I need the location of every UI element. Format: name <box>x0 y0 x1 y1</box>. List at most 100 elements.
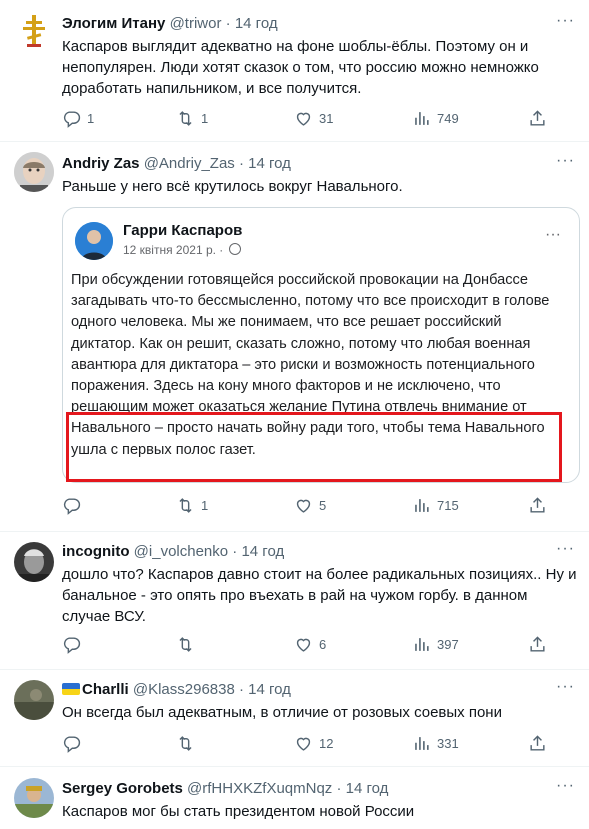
view-count: 749 <box>437 111 459 126</box>
tweet-text: дошло что? Каспаров давно стоит на более… <box>62 566 577 625</box>
retweet-icon <box>176 496 195 515</box>
author-handle[interactable]: @i_volchenko <box>134 543 228 560</box>
like-count: 12 <box>319 736 334 751</box>
reply-icon <box>62 109 81 128</box>
author-name[interactable]: Элогим Итану <box>62 15 165 32</box>
highlight-box <box>66 412 562 482</box>
share-icon <box>528 635 547 654</box>
tweet-text: Он всегда был адекватным, в отличие от р… <box>62 704 502 721</box>
like-count: 31 <box>319 111 334 126</box>
author-name[interactable]: incognito <box>62 543 130 560</box>
tweet[interactable]: Charlli @Klass296838 · 14 год ··· Он все… <box>0 669 589 767</box>
author-name[interactable]: Andriy Zas <box>62 155 140 172</box>
author-name[interactable]: Charlli <box>82 681 129 698</box>
retweet-icon <box>176 635 195 654</box>
views-button[interactable]: 715 <box>412 496 459 515</box>
retweet-button[interactable]: 1 <box>176 496 208 515</box>
quote-date-line: 12 квітня 2021 р. · <box>123 243 241 257</box>
views-icon <box>412 635 431 654</box>
retweet-icon <box>176 734 195 753</box>
more-icon[interactable]: ··· <box>556 777 575 795</box>
tweet[interactable]: incognito @i_volchenko · 14 год ··· дошл… <box>0 531 589 670</box>
more-icon[interactable]: ··· <box>556 540 575 558</box>
retweet-count: 1 <box>201 111 209 126</box>
reply-icon <box>62 496 81 515</box>
tweet[interactable]: Sergey Gorobets @rfHHXKZfXuqmNqz · 14 го… <box>0 766 589 829</box>
avatar[interactable] <box>14 542 54 582</box>
views-icon <box>412 734 431 753</box>
views-icon <box>412 496 431 515</box>
like-button[interactable]: 5 <box>294 496 326 515</box>
like-button[interactable]: 6 <box>294 635 326 654</box>
avatar[interactable] <box>14 680 54 720</box>
more-icon[interactable]: ··· <box>556 152 575 170</box>
more-icon: ··· <box>545 226 561 243</box>
heart-icon <box>294 635 313 654</box>
quoted-post-image[interactable]: Гарри Каспаров 12 квітня 2021 р. · ··· П… <box>62 207 580 483</box>
reply-button[interactable] <box>62 734 87 753</box>
avatar-photo <box>14 778 54 818</box>
reply-icon <box>62 734 81 753</box>
avatar[interactable] <box>14 152 54 192</box>
author-handle[interactable]: @Andriy_Zas <box>144 155 235 172</box>
author-name[interactable]: Sergey Gorobets <box>62 780 183 797</box>
like-count: 5 <box>319 498 327 513</box>
retweet-count: 1 <box>201 498 209 513</box>
share-icon <box>528 109 547 128</box>
quote-avatar-photo <box>75 222 113 260</box>
share-button[interactable] <box>528 734 553 753</box>
avatar-photo <box>14 542 54 582</box>
timestamp[interactable]: · 14 год <box>239 155 291 172</box>
avatar-photo <box>14 680 54 720</box>
author-handle[interactable]: @triwor <box>170 15 222 32</box>
more-icon[interactable]: ··· <box>556 678 575 696</box>
like-button[interactable]: 12 <box>294 734 333 753</box>
retweet-button[interactable]: 1 <box>176 109 208 128</box>
globe-icon <box>228 243 241 255</box>
avatar-photo <box>14 152 54 192</box>
share-button[interactable] <box>528 109 553 128</box>
share-button[interactable] <box>528 635 553 654</box>
reply-button[interactable] <box>62 635 87 654</box>
like-count: 6 <box>319 637 327 652</box>
heart-icon <box>294 109 313 128</box>
views-button[interactable]: 397 <box>412 635 459 654</box>
view-count: 331 <box>437 736 459 751</box>
timestamp[interactable]: · 14 год <box>336 780 388 797</box>
timestamp[interactable]: · 14 год <box>232 543 284 560</box>
views-button[interactable]: 331 <box>412 734 459 753</box>
tweet-text: Раньше у него всё крутилось вокруг Навал… <box>62 178 403 195</box>
views-icon <box>412 109 431 128</box>
quote-author-avatar <box>75 222 113 260</box>
avatar[interactable] <box>14 10 54 50</box>
timestamp[interactable]: · 14 год <box>239 681 291 698</box>
share-button[interactable] <box>528 496 553 515</box>
quote-text-main: При обсуждении готовящейся российской пр… <box>71 272 550 416</box>
reply-count: 1 <box>87 111 95 126</box>
quote-author-name: Гарри Каспаров <box>123 222 243 239</box>
like-button[interactable]: 31 <box>294 109 333 128</box>
cross-logo-icon <box>23 15 45 47</box>
retweet-button[interactable] <box>176 635 201 654</box>
view-count: 715 <box>437 498 459 513</box>
heart-icon <box>294 496 313 515</box>
avatar[interactable] <box>14 778 54 818</box>
timestamp[interactable]: · 14 год <box>226 15 278 32</box>
reply-button[interactable]: 1 <box>62 109 94 128</box>
reply-button[interactable] <box>62 496 87 515</box>
more-icon[interactable]: ··· <box>556 12 575 30</box>
retweet-button[interactable] <box>176 734 201 753</box>
views-button[interactable]: 749 <box>412 109 459 128</box>
quote-date: 12 квітня 2021 р. · <box>123 243 224 257</box>
share-icon <box>528 734 547 753</box>
retweet-icon <box>176 109 195 128</box>
tweet-text: Каспаров выглядит адекватно на фоне шобл… <box>62 38 539 97</box>
author-handle[interactable]: @rfHHXKZfXuqmNqz <box>187 780 332 797</box>
tweet-text: Каспаров мог бы стать президентом новой … <box>62 803 415 820</box>
share-icon <box>528 496 547 515</box>
reply-icon <box>62 635 81 654</box>
ukraine-flag-icon <box>62 683 80 695</box>
author-handle[interactable]: @Klass296838 <box>133 681 235 698</box>
tweet[interactable]: Элогим Итану @triwor · 14 год ··· Каспар… <box>0 0 589 142</box>
view-count: 397 <box>437 637 459 652</box>
